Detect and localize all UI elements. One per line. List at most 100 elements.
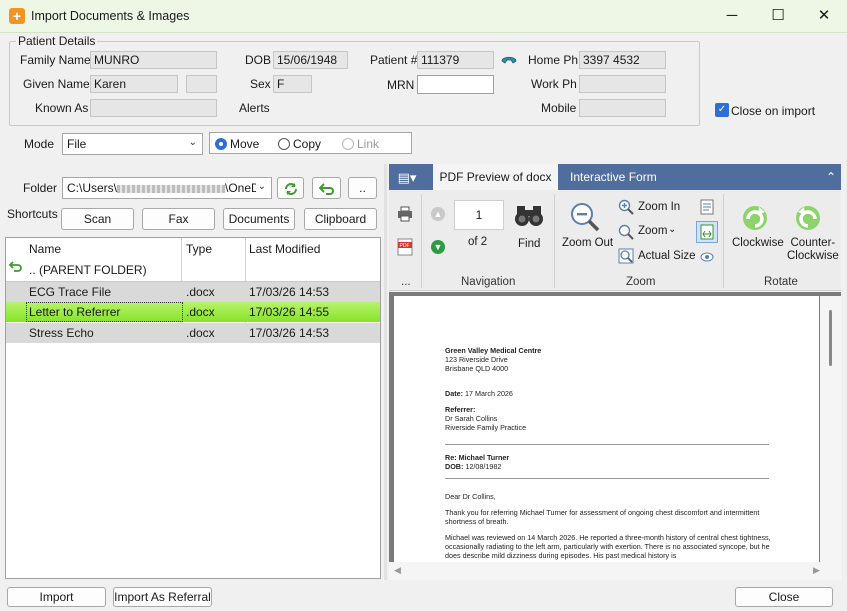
doc-paragraph-1: Thank you for referring Michael Turner f…	[445, 508, 760, 526]
column-header-name[interactable]: Name	[29, 238, 61, 260]
binoculars-icon[interactable]	[514, 202, 544, 228]
mode-select[interactable]: File ⌄	[62, 133, 203, 155]
move-radio[interactable]	[215, 138, 227, 150]
next-page-icon[interactable]: ▼	[431, 240, 445, 254]
column-header-type[interactable]: Type	[186, 238, 212, 260]
view-icon[interactable]	[700, 250, 714, 264]
import-as-referral-button[interactable]: Import As Referral	[113, 587, 212, 607]
scan-button[interactable]: Scan	[61, 208, 134, 230]
alerts-label: Alerts	[239, 101, 270, 115]
table-row-selected[interactable]: Letter to Referrer .docx 17/03/26 14:55	[6, 302, 380, 322]
close-on-import-checkbox[interactable]: ✓	[715, 103, 729, 117]
file-type: .docx	[186, 326, 215, 340]
patient-details-legend: Patient Details	[16, 34, 98, 48]
shortcuts-label: Shortcuts	[7, 207, 58, 221]
ribbon-separator	[723, 194, 724, 288]
parent-folder-row[interactable]: .. (PARENT FOLDER)	[6, 260, 380, 280]
refresh-button[interactable]	[277, 177, 304, 199]
clipboard-button[interactable]: Clipboard	[304, 208, 377, 230]
actual-size-button[interactable]: Actual Size	[638, 250, 696, 262]
doc-re: Re: Michael Turner	[445, 453, 510, 462]
fax-button[interactable]: Fax	[142, 208, 215, 230]
dob-field[interactable]: 15/06/1948	[273, 51, 348, 69]
navigation-group-label: Navigation	[461, 276, 516, 288]
fit-width-icon[interactable]	[696, 221, 718, 243]
scroll-left-icon[interactable]: ◀	[394, 565, 401, 576]
move-label: Move	[230, 137, 260, 151]
mode-select-value: File	[67, 137, 87, 151]
page-count: of 2	[468, 236, 488, 248]
clockwise-button[interactable]: Clockwise	[732, 237, 784, 249]
undo-icon	[318, 183, 334, 195]
work-phone-field[interactable]	[579, 75, 666, 93]
collapse-ribbon-icon[interactable]: ⌃	[822, 166, 840, 188]
documents-button[interactable]: Documents	[223, 208, 295, 230]
vertical-scrollbar[interactable]	[820, 296, 841, 562]
column-header-modified[interactable]: Last Modified	[249, 238, 320, 260]
zoom-icon[interactable]	[618, 224, 634, 240]
rotate-clockwise-icon[interactable]	[739, 202, 771, 234]
zoom-in-icon[interactable]	[618, 199, 634, 215]
doc-date-label: Date:	[445, 389, 463, 398]
tab-interactive-form[interactable]: Interactive Form	[570, 164, 657, 190]
link-radio[interactable]	[342, 138, 354, 150]
app-menu-icon[interactable]: ▤▾	[392, 168, 422, 188]
link-label: Link	[357, 137, 380, 151]
home-phone-field[interactable]: 3397 4532	[579, 51, 666, 69]
file-list[interactable]: Name Type Last Modified .. (PARENT FOLDE…	[5, 237, 381, 579]
doc-referrer-practice: Riverside Family Practice	[445, 423, 527, 432]
sex-label: Sex	[250, 77, 271, 91]
scrollbar-thumb[interactable]	[829, 310, 832, 366]
fit-page-icon[interactable]	[700, 199, 714, 215]
doc-paragraph-2: Michael was reviewed on 14 March 2026. H…	[445, 533, 771, 560]
parent-folder-label: .. (PARENT FOLDER)	[29, 263, 147, 277]
given-name-field[interactable]: Karen	[90, 75, 178, 93]
splitter[interactable]	[384, 164, 387, 580]
patient-number-field[interactable]: 111379	[417, 51, 494, 69]
file-type: .docx	[186, 305, 215, 319]
sex-field[interactable]: F	[273, 75, 312, 93]
phone-icon[interactable]	[500, 52, 518, 68]
close-button[interactable]: Close	[735, 587, 833, 607]
folder-select[interactable]: C:\Users\ \OneD ⌄	[62, 177, 272, 199]
copy-radio[interactable]	[278, 138, 290, 150]
minimize-button[interactable]: ─	[709, 0, 755, 32]
horizontal-scrollbar[interactable]: ◀ ▶	[389, 562, 841, 580]
print-icon[interactable]	[397, 206, 413, 222]
rotate-counter-clockwise-icon[interactable]	[792, 202, 824, 234]
zoom-in-button[interactable]: Zoom In	[638, 201, 680, 213]
back-button[interactable]	[312, 177, 341, 199]
parent-folder-button[interactable]: ..	[348, 177, 377, 199]
family-name-field[interactable]: MUNRO	[90, 51, 217, 69]
import-button[interactable]: Import	[7, 587, 106, 607]
known-as-label: Known As	[35, 101, 89, 115]
known-as-field[interactable]	[90, 99, 217, 117]
scroll-right-icon[interactable]: ▶	[813, 565, 820, 576]
find-button[interactable]: Find	[518, 238, 540, 250]
maximize-button[interactable]: ☐	[755, 0, 801, 32]
folder-path-end: \OneD	[225, 181, 260, 195]
counter-clockwise-button[interactable]: Counter- Clockwise	[787, 237, 839, 263]
previous-page-icon[interactable]: ▲	[431, 207, 445, 221]
zoom-dropdown[interactable]: Zoom	[638, 225, 667, 237]
more-group-label[interactable]: ...	[401, 276, 411, 288]
work-phone-label: Work Ph	[531, 77, 577, 91]
pdf-icon[interactable]: PDF	[397, 238, 413, 256]
doc-org: Green Valley Medical Centre	[445, 346, 542, 355]
tab-pdf-preview[interactable]: PDF Preview of docx	[433, 164, 558, 190]
file-name: ECG Trace File	[29, 285, 112, 299]
mrn-field[interactable]	[417, 75, 494, 94]
mobile-field[interactable]	[579, 99, 666, 117]
mobile-label: Mobile	[541, 101, 577, 115]
close-window-button[interactable]: ✕	[801, 0, 847, 32]
page-number-input[interactable]: 1	[454, 200, 504, 230]
app-icon: +	[9, 8, 25, 24]
given-name-2-field[interactable]	[186, 75, 217, 93]
table-row[interactable]: ECG Trace File .docx 17/03/26 14:53	[6, 281, 380, 302]
actual-size-icon[interactable]	[618, 248, 634, 264]
zoom-out-button[interactable]: Zoom Out	[562, 237, 613, 249]
table-row[interactable]: Stress Echo .docx 17/03/26 14:53	[6, 323, 380, 343]
zoom-out-icon[interactable]	[570, 202, 600, 232]
ribbon-separator	[554, 194, 555, 288]
doc-divider	[445, 478, 769, 479]
